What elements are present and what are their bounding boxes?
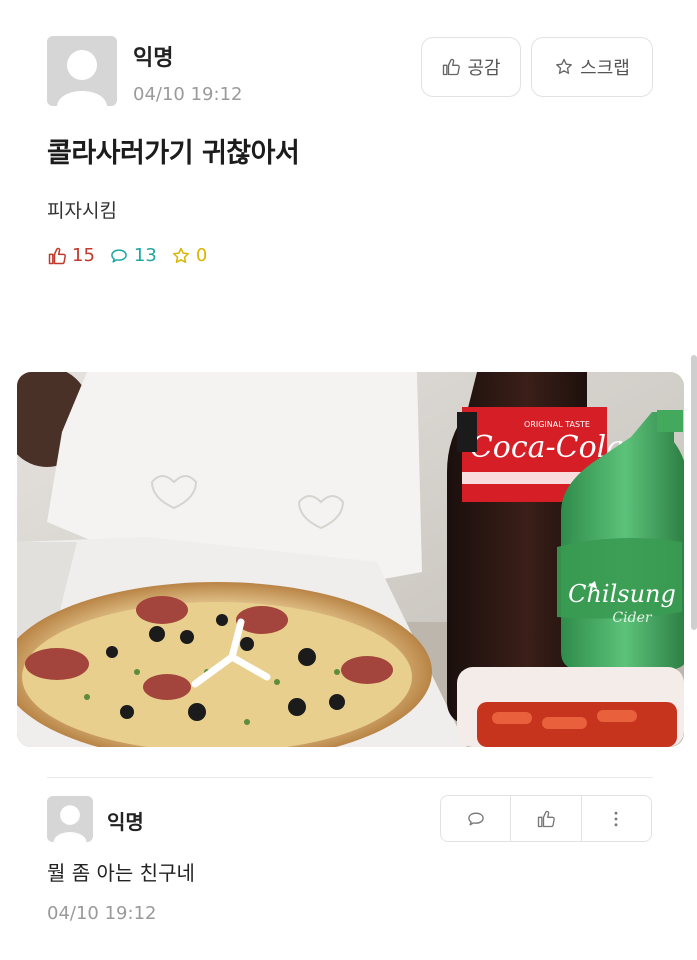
scrap-button-label: 스크랩 [580, 58, 630, 79]
post-stats: 15 13 0 [47, 245, 221, 266]
star-icon [172, 247, 189, 263]
more-vertical-icon [614, 811, 618, 826]
comment-count-value: 13 [133, 245, 157, 266]
author-avatar [47, 36, 117, 106]
comments-divider [47, 777, 653, 778]
comment-actions [440, 795, 652, 842]
comment-count: 13 [109, 245, 157, 266]
avatar-person-icon [47, 796, 93, 842]
comment-author-name: 익명 [107, 810, 144, 834]
comment-text: 뭘 좀 아는 친구네 [47, 861, 195, 885]
thumbs-up-icon [48, 247, 66, 264]
post-title: 콜라사러가기 귀찮아서 [47, 138, 300, 169]
cider-sub-text: Cider [612, 610, 652, 626]
scrollbar-thumb[interactable] [691, 355, 697, 630]
like-count: 15 [47, 245, 95, 266]
cider-label-text: Chilsung [568, 580, 676, 608]
post-timestamp: 04/10 19:12 [133, 84, 243, 105]
comment-more-button[interactable] [580, 796, 651, 841]
comment-timestamp: 04/10 19:12 [47, 903, 157, 924]
thumbs-up-icon [537, 810, 555, 827]
pizza-and-drinks-photo: Coca-Cola ORIGINAL TASTE Chilsung Cider [17, 372, 684, 747]
avatar-person-icon [47, 36, 117, 106]
comment-reply-button[interactable] [441, 796, 510, 841]
speech-bubble-icon [111, 248, 127, 263]
like-button[interactable]: 공감 [421, 37, 521, 97]
comment-avatar [47, 796, 93, 842]
scrap-button[interactable]: 스크랩 [531, 37, 653, 97]
post-author-name: 익명 [133, 46, 174, 71]
comment-like-button[interactable] [510, 796, 580, 841]
star-icon [556, 58, 573, 74]
like-button-label: 공감 [467, 58, 501, 79]
like-count-value: 15 [72, 245, 95, 266]
scrap-count-value: 0 [195, 245, 208, 266]
post-body: 피자시킴 [47, 200, 117, 222]
speech-bubble-icon [467, 812, 484, 825]
post-photo[interactable]: Coca-Cola ORIGINAL TASTE Chilsung Cider [17, 372, 684, 747]
coke-badge-text: ORIGINAL TASTE [524, 420, 590, 429]
thumbs-up-icon [443, 58, 461, 76]
scrap-count: 0 [171, 245, 207, 266]
